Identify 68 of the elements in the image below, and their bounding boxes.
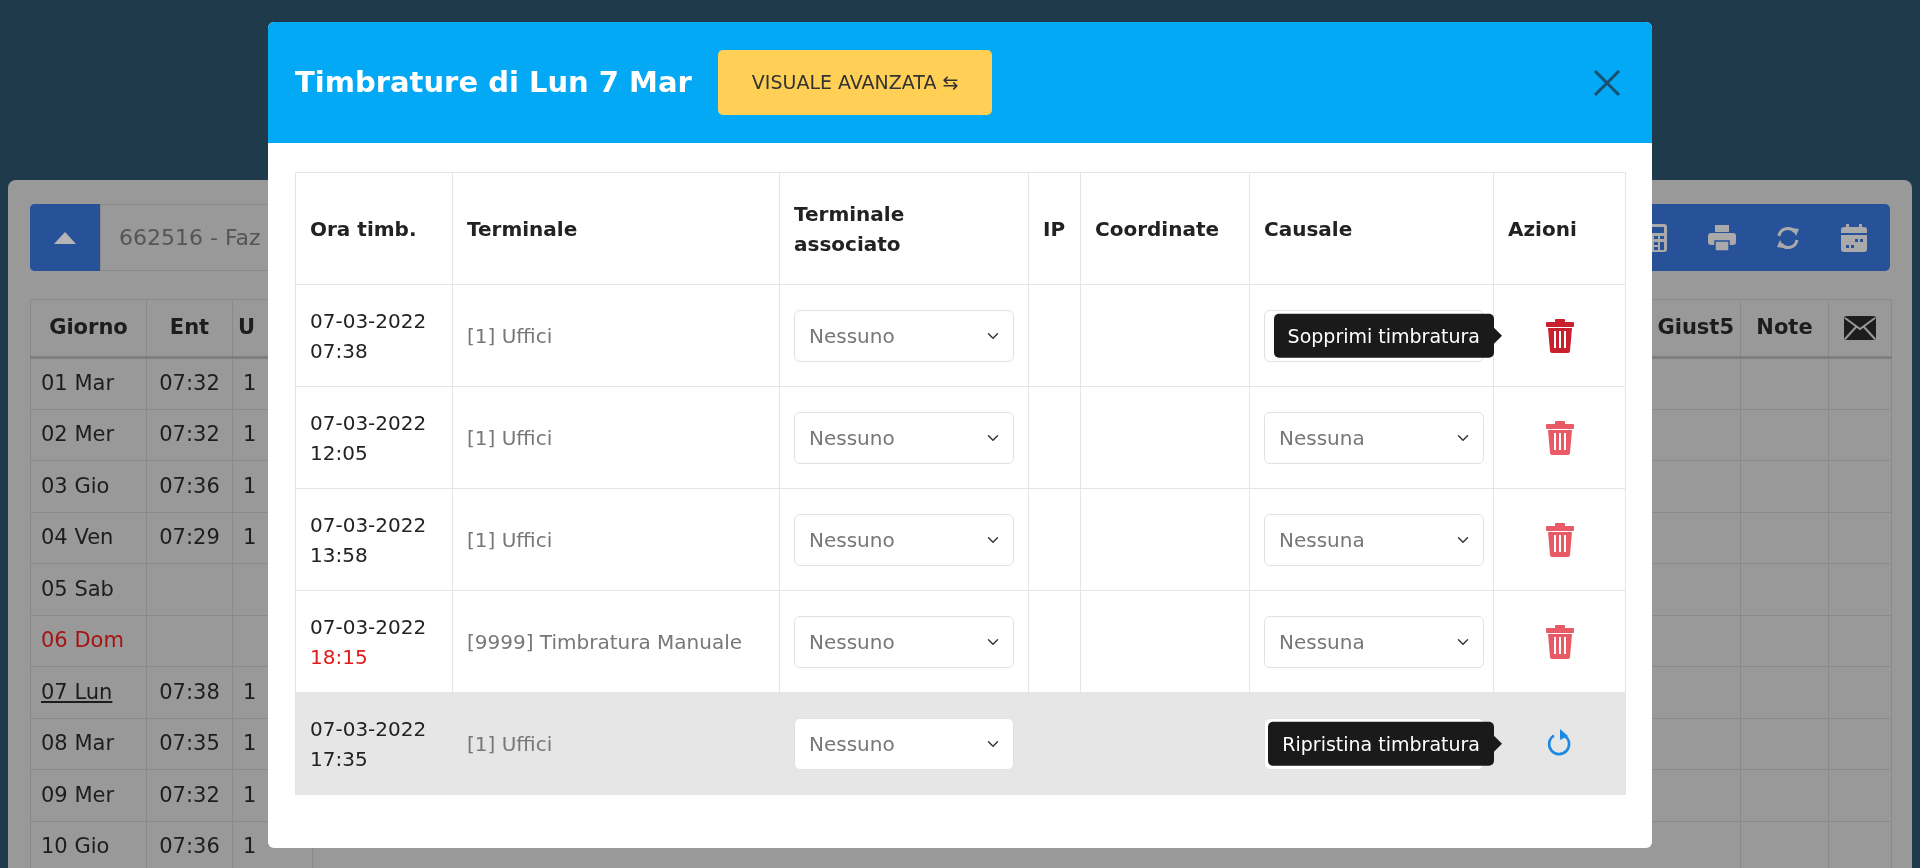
column-header: Terminale (467, 216, 578, 241)
punch-time: 07-03-2022 17:35 (310, 715, 428, 773)
table-cell: [9999] Timbratura Manuale (467, 629, 742, 654)
table-cell: 10 Gio (41, 834, 110, 858)
table-cell: [1] Uffici (467, 527, 553, 552)
table-cell: 05 Sab (41, 576, 114, 601)
table-cell: 07:36 (159, 473, 220, 498)
table-cell: 01 Mar (41, 371, 115, 395)
column-header: Azioni (1508, 216, 1577, 241)
mail-icon (1844, 316, 1876, 341)
trash-icon[interactable] (1545, 624, 1574, 659)
table-cell: [1] Uffici (467, 731, 553, 756)
causale-select[interactable]: Nessuna (1264, 513, 1484, 566)
column-header: Causale (1264, 216, 1353, 241)
calendar-icon[interactable] (1840, 223, 1868, 252)
table-cell: [1] Uffici (467, 425, 553, 450)
column-header: Ora timb. (310, 216, 417, 241)
punch-time: 07-03-2022 07:38 (310, 307, 428, 365)
table-cell: 1 (243, 731, 257, 755)
table-cell: 07:38 (159, 679, 220, 704)
tooltip: Sopprimi timbratura (1273, 313, 1502, 358)
terminal-select[interactable]: Nessuno (794, 615, 1014, 668)
table-cell: 07:32 (159, 371, 220, 395)
tooltip: Ripristina timbratura (1268, 721, 1502, 766)
terminal-select[interactable]: Nessuno (794, 717, 1014, 770)
trash-icon[interactable] (1545, 318, 1574, 353)
caret-icon (54, 231, 76, 244)
table-cell: 1 (243, 371, 257, 395)
table-cell: 04 Ven (41, 525, 114, 549)
causale-select[interactable]: Nessuna (1264, 615, 1484, 668)
table-cell: 07:36 (159, 834, 220, 858)
advanced-view-button[interactable]: VISUALE AVANZATA ⇆ (717, 50, 993, 115)
causale-select[interactable]: Nessuna (1264, 411, 1484, 464)
column-header: Coordinate (1095, 216, 1220, 241)
column-header: U (238, 315, 256, 340)
table-cell: 02 Mer (41, 422, 115, 446)
table-cell: 07:32 (159, 782, 220, 807)
table-cell: 08 Mar (41, 731, 115, 755)
column-header: Giust5 (1657, 315, 1734, 340)
table-cell: 06 Dom (41, 628, 124, 652)
table-cell: 09 Mer (41, 782, 115, 807)
column-header: Giorno (49, 315, 128, 340)
table-cell: 1 (243, 782, 257, 807)
table-cell: 1 (243, 473, 257, 498)
table-cell: 07:32 (159, 422, 220, 446)
terminal-select[interactable]: Nessuno (794, 513, 1014, 566)
column-header: IP (1043, 216, 1066, 241)
column-header: Ent (169, 315, 210, 340)
terminal-select[interactable]: Nessuno (794, 411, 1014, 464)
table-cell: 03 Gio (41, 473, 110, 498)
modal-title: Timbrature di Lun 7 Mar (295, 65, 692, 100)
punch-time: 07-03-2022 12:05 (310, 409, 428, 467)
table-cell: 1 (243, 834, 257, 858)
trash-icon[interactable] (1545, 420, 1574, 455)
table-cell: 1 (243, 525, 257, 549)
table-cell: 1 (243, 422, 257, 446)
column-header: Note (1756, 315, 1813, 340)
printer-icon[interactable] (1708, 223, 1736, 252)
trash-icon[interactable] (1545, 522, 1574, 557)
close-icon (1592, 67, 1622, 98)
table-cell: 07:29 (159, 525, 220, 549)
punch-time: 07-03-2022 13:58 (310, 511, 428, 569)
table-cell: 07:35 (159, 731, 220, 755)
terminal-select[interactable]: Nessuno (794, 309, 1014, 362)
column-header: Terminale associato (794, 201, 905, 256)
punch-time: 07-03-2022 18:15 (310, 613, 428, 671)
table-cell: 1 (243, 679, 257, 704)
table-cell: [1] Uffici (467, 323, 553, 348)
